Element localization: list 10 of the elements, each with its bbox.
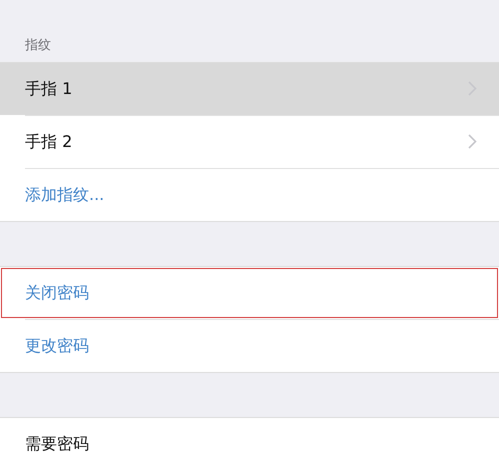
row-label: 更改密码 xyxy=(25,334,89,356)
row-label: 手指 2 xyxy=(25,130,72,152)
settings-row[interactable]: 手指 1 xyxy=(0,62,499,114)
section-header: 指纹 xyxy=(24,37,52,55)
row-label: 手指 1 xyxy=(25,78,72,100)
row-label: 添加指纹... xyxy=(25,184,104,206)
row-label: 关闭密码 xyxy=(25,282,89,304)
settings-row[interactable]: 关闭密码 xyxy=(0,266,499,318)
chevron-icon xyxy=(468,134,477,149)
row-label: 需要密码 xyxy=(25,432,89,454)
